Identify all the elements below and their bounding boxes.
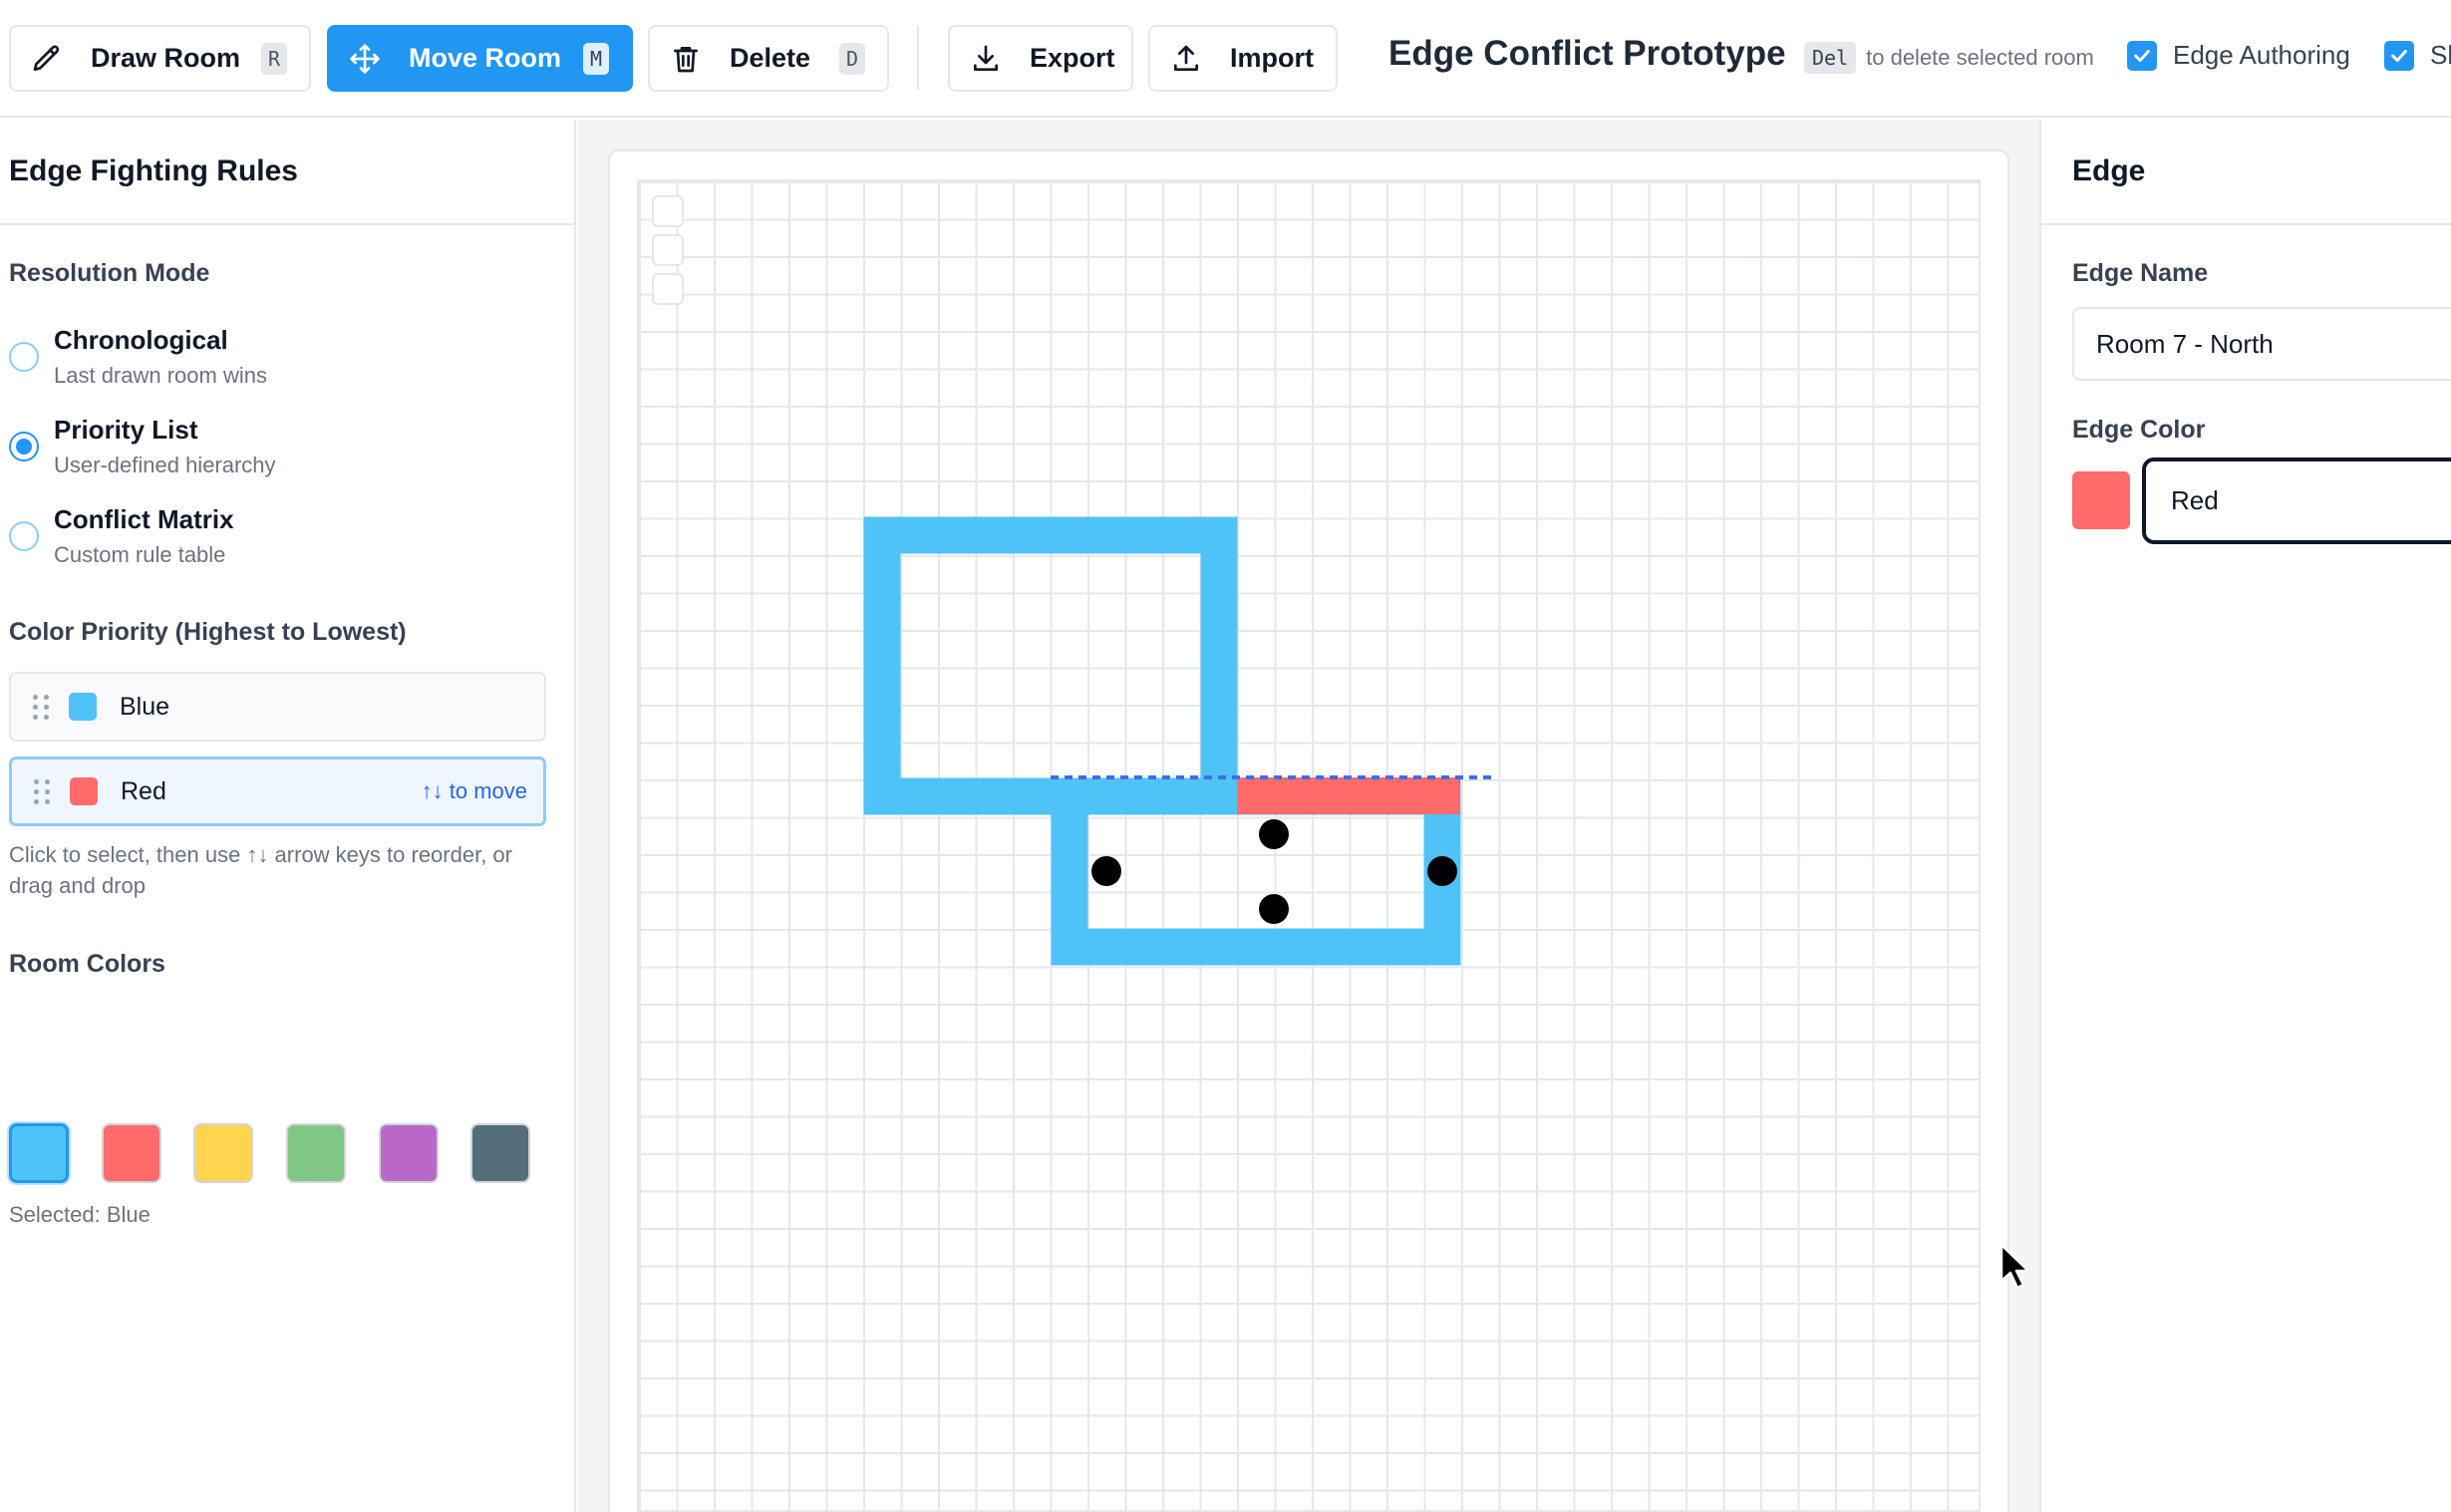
mouse-cursor-icon [1999,1243,2030,1290]
inspector-title: Edge [2041,120,2451,225]
handle-east[interactable] [1427,856,1457,886]
edge-color-swatch[interactable] [2072,471,2130,529]
edge-name-label: Edge Name [2072,259,2209,287]
edge-color-label: Edge Color [2072,416,2206,444]
room-upper[interactable] [863,516,1238,815]
handle-south[interactable] [1259,894,1289,924]
edge-inspector: Edge Edge Name Room 7 - North Edge Color… [2039,120,2451,1512]
edge-color-input[interactable]: Red [2142,457,2451,544]
edge-red-segment[interactable] [1237,777,1460,814]
handle-west[interactable] [1091,856,1121,886]
edge-name-input[interactable]: Room 7 - North [2072,307,2451,381]
handle-north[interactable] [1259,819,1289,849]
room-selected[interactable] [1051,777,1461,966]
